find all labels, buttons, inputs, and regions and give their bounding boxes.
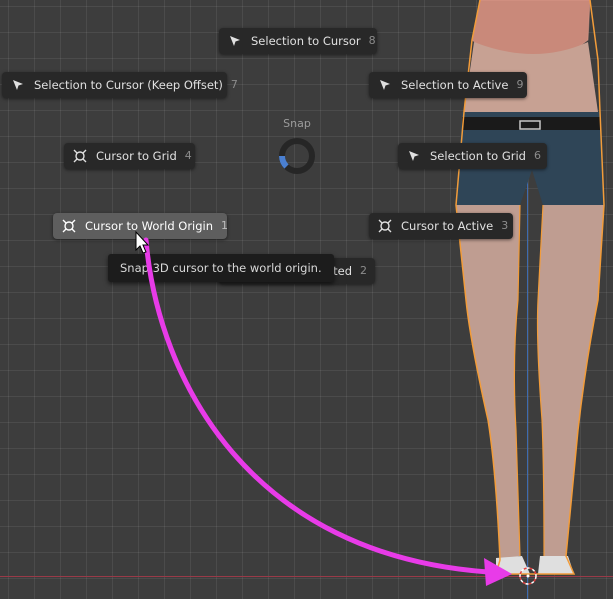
pie-item-selection-to-grid[interactable]: Selection to Grid 6 bbox=[398, 143, 547, 169]
tooltip: Snap 3D cursor to the world origin. bbox=[108, 254, 334, 282]
pie-item-cursor-to-active[interactable]: Cursor to Active 3 bbox=[369, 213, 513, 239]
cursor-arrow-icon bbox=[227, 33, 243, 49]
3d-cursor-icon bbox=[377, 218, 393, 234]
pie-item-hotkey: 2 bbox=[360, 264, 367, 277]
pie-item-label: Cursor to Active bbox=[401, 219, 494, 233]
cursor-arrow-icon bbox=[377, 77, 393, 93]
pie-item-hotkey: 1 bbox=[221, 219, 229, 232]
pie-item-hotkey: 3 bbox=[501, 219, 509, 232]
pie-item-label: Selection to Cursor bbox=[251, 34, 361, 48]
pie-item-label: Selection to Cursor (Keep Offset) bbox=[34, 78, 223, 92]
3d-cursor-icon bbox=[72, 148, 88, 164]
pie-item-cursor-to-world-origin[interactable]: Cursor to World Origin 1 bbox=[53, 213, 229, 239]
pie-item-hotkey: 9 bbox=[516, 78, 524, 91]
pie-menu-title: Snap bbox=[283, 117, 311, 130]
pie-item-label: Selection to Grid bbox=[430, 149, 526, 163]
3d-cursor-icon bbox=[61, 218, 77, 234]
pie-item-hotkey: 6 bbox=[534, 149, 541, 162]
pie-item-label: Selection to Active bbox=[401, 78, 509, 92]
pie-item-selection-to-cursor[interactable]: Selection to Cursor 8 bbox=[219, 28, 377, 54]
pie-item-hotkey: 4 bbox=[184, 149, 192, 162]
pie-item-hotkey: 7 bbox=[230, 78, 238, 91]
pie-item-label: Cursor to World Origin bbox=[85, 219, 214, 233]
pie-direction-indicator bbox=[279, 138, 315, 174]
pie-item-hotkey: 8 bbox=[368, 34, 376, 47]
pie-item-label: Cursor to Grid bbox=[96, 149, 177, 163]
pie-item-selection-to-active[interactable]: Selection to Active 9 bbox=[369, 72, 527, 98]
pie-item-cursor-to-grid[interactable]: Cursor to Grid 4 bbox=[64, 143, 195, 169]
cursor-arrow-icon bbox=[10, 77, 26, 93]
pie-item-selection-to-cursor-keep-offset[interactable]: Selection to Cursor (Keep Offset) 7 bbox=[2, 72, 238, 98]
cursor-arrow-icon bbox=[406, 148, 422, 164]
